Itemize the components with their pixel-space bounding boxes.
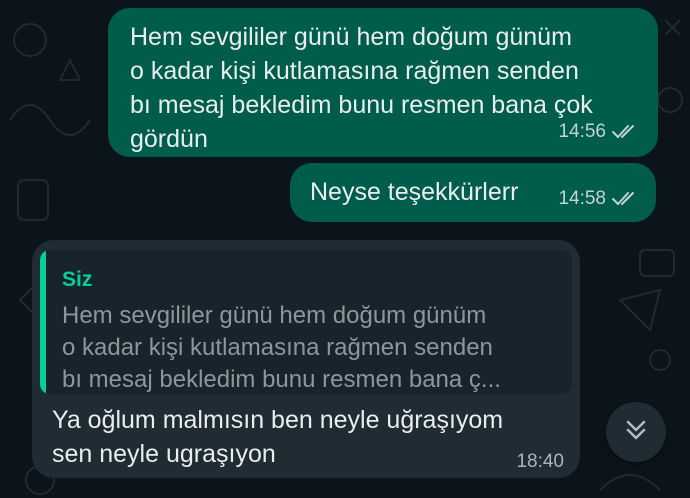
message-meta: 18:40 — [516, 451, 564, 473]
message-meta: 14:56 — [558, 121, 640, 143]
message-text: Ya oğlum malmısın ben neyle uğraşıyom se… — [52, 406, 504, 468]
outgoing-message[interactable]: Hem sevgililer günü hem doğum günüm o ka… — [108, 8, 658, 157]
double-chevron-down-icon — [623, 417, 649, 448]
outgoing-message[interactable]: Neyse teşekkürlerr 14:58 — [290, 163, 656, 222]
quoted-message[interactable]: Siz Hem sevgililer günü hem doğum günüm … — [40, 250, 572, 394]
message-meta: 14:58 — [558, 188, 640, 210]
quote-author: Siz — [62, 268, 93, 291]
quote-accent-bar — [40, 250, 46, 394]
quote-text: Hem sevgililer günü hem doğum günüm o ka… — [62, 302, 501, 393]
message-time: 18:40 — [516, 451, 564, 472]
scroll-to-bottom-button[interactable] — [606, 402, 666, 462]
double-check-icon — [612, 123, 640, 141]
message-text: Neyse teşekkürlerr — [310, 178, 519, 206]
message-text: Hem sevgililer günü hem doğum günüm o ka… — [130, 23, 593, 153]
incoming-message[interactable]: Siz Hem sevgililer günü hem doğum günüm … — [32, 240, 580, 478]
message-time: 14:58 — [558, 188, 606, 209]
double-check-icon — [612, 190, 640, 208]
message-time: 14:56 — [558, 121, 606, 142]
